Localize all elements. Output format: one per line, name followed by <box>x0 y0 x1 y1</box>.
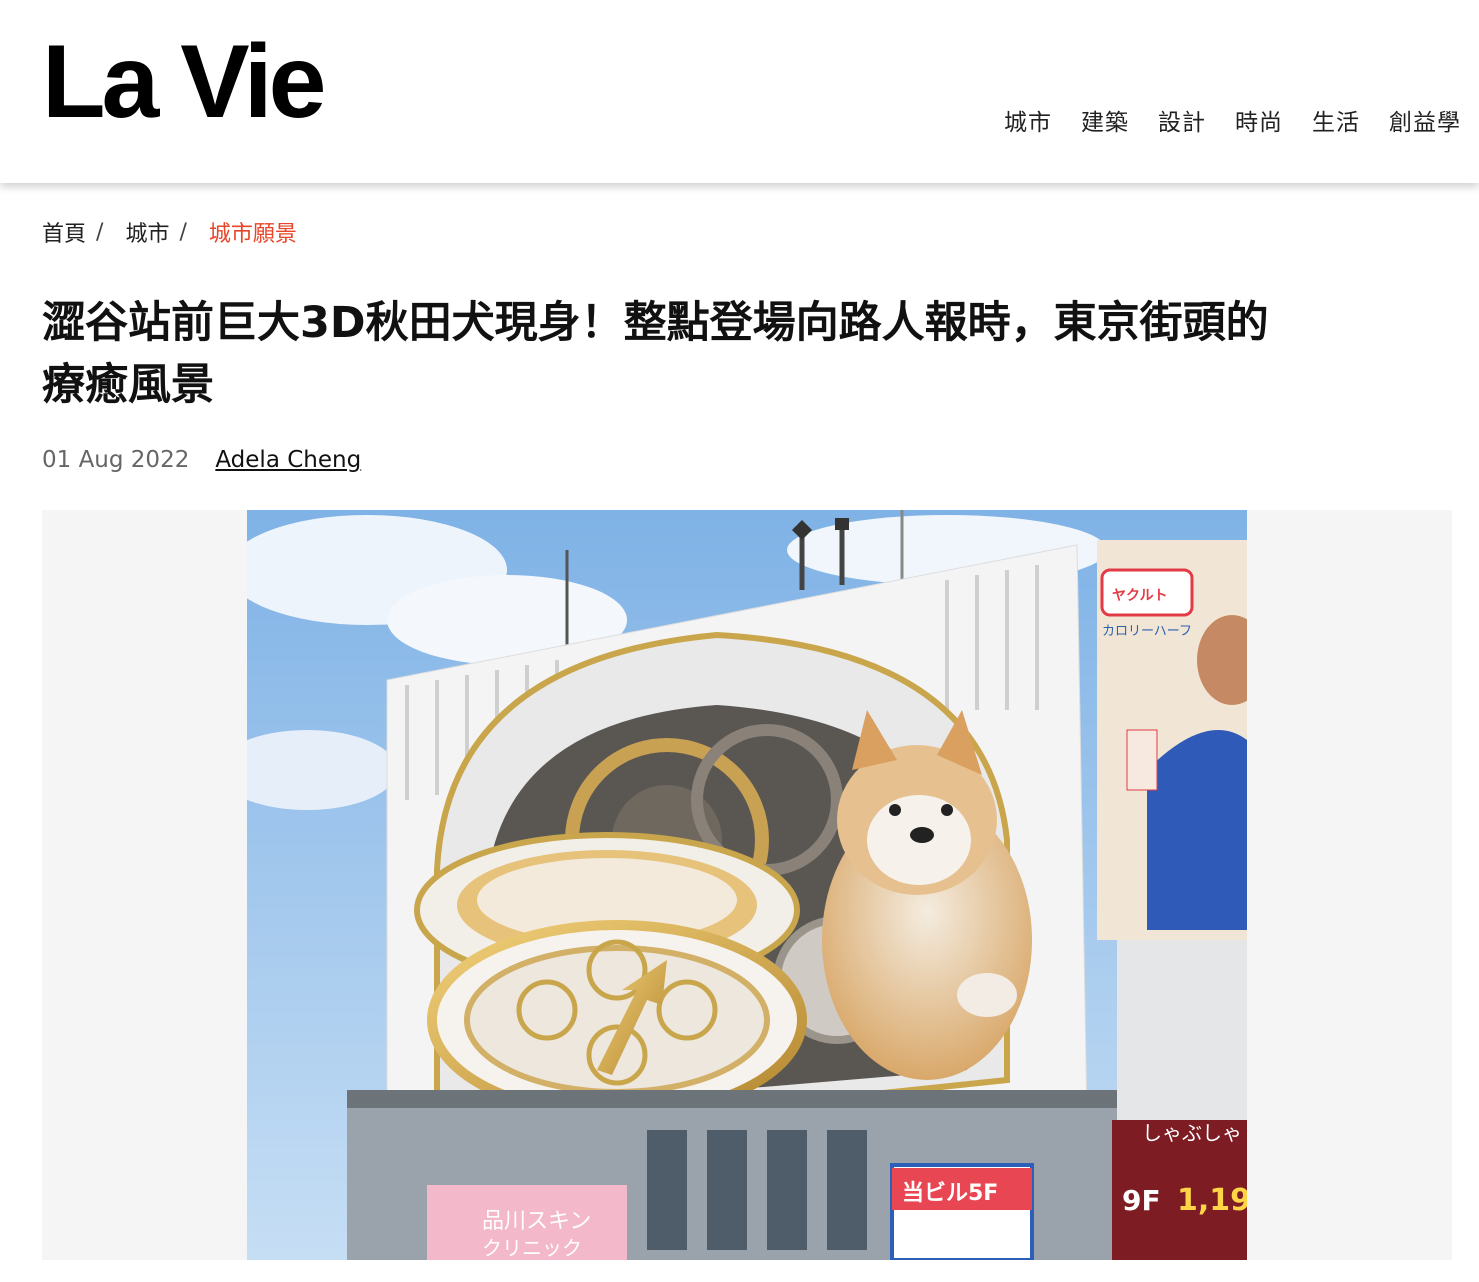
article-title-line1: 澀谷站前巨大3D秋田犬現身！整點登場向路人報時，東京街頭的 <box>42 298 1269 348</box>
blue-sign-text: 当ビル5F <box>902 1181 998 1206</box>
breadcrumb-category[interactable]: 城市 <box>125 216 169 248</box>
article-date: 01 Aug 2022 <box>42 447 190 473</box>
breadcrumb: 首頁 / 城市 / 城市願景 <box>42 216 297 248</box>
nav-item-innovation[interactable]: 創益學 <box>1389 103 1461 137</box>
breadcrumb-separator: / <box>179 219 187 245</box>
main-nav: 城市 建築 設計 時尚 生活 創益學 <box>1004 103 1461 137</box>
article-meta: 01 Aug 2022 Adela Cheng <box>42 447 361 473</box>
hero-image-frame: 品川スキン クリニック 当ビル5F ヤクルト カロリーハーフ 9F 1,19 し… <box>42 510 1452 1260</box>
nav-item-city[interactable]: 城市 <box>1004 103 1052 137</box>
site-logo[interactable]: La Vie <box>42 30 326 134</box>
site-header: La Vie 城市 建築 設計 時尚 生活 創益學 <box>0 0 1479 183</box>
article-title-line2: 療癒風景 <box>42 360 214 410</box>
floor-label: 9F <box>1122 1184 1161 1217</box>
ad-brand-text: ヤクルト <box>1112 588 1168 604</box>
nav-item-design[interactable]: 設計 <box>1158 103 1206 137</box>
hero-photo[interactable]: 品川スキン クリニック 当ビル5F ヤクルト カロリーハーフ 9F 1,19 し… <box>247 510 1247 1260</box>
nav-item-life[interactable]: 生活 <box>1312 103 1360 137</box>
ad-tagline-text: カロリーハーフ <box>1102 624 1192 639</box>
breadcrumb-home[interactable]: 首頁 <box>42 216 86 248</box>
shop-sign-text: しゃぶしゃ <box>1142 1121 1242 1145</box>
nav-item-fashion[interactable]: 時尚 <box>1235 103 1283 137</box>
pink-sign-text-2: クリニック <box>482 1236 582 1260</box>
breadcrumb-separator: / <box>96 219 104 245</box>
article-title: 澀谷站前巨大3D秋田犬現身！整點登場向路人報時，東京街頭的 療癒風景 <box>42 292 1452 416</box>
price-label: 1,19 <box>1177 1183 1247 1218</box>
nav-item-architecture[interactable]: 建築 <box>1081 103 1129 137</box>
pink-sign-text: 品川スキン <box>482 1209 591 1234</box>
breadcrumb-current[interactable]: 城市願景 <box>209 216 297 248</box>
article-author-link[interactable]: Adela Cheng <box>215 447 361 473</box>
